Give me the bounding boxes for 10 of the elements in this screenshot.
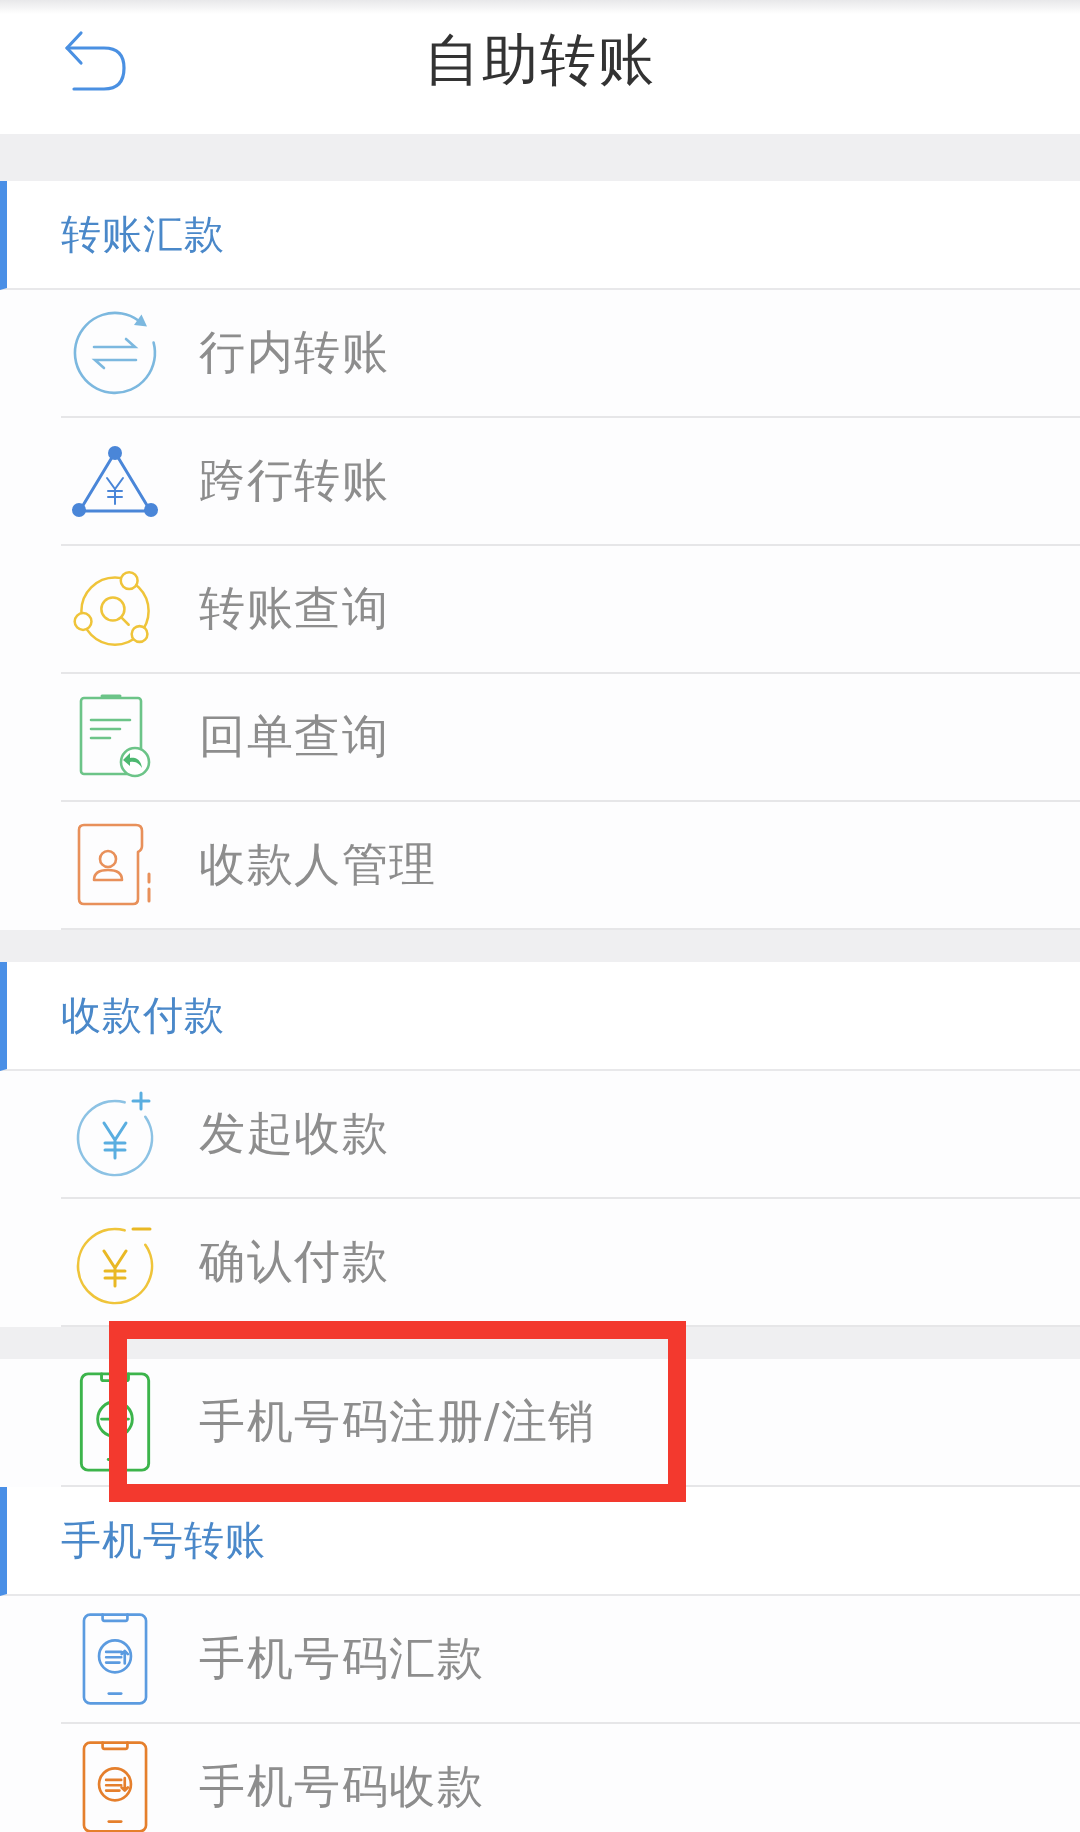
section-heading: 手机号转账	[0, 1487, 1080, 1596]
contact-card-icon	[76, 822, 154, 908]
phone-down-arrow-icon	[81, 1740, 149, 1832]
circular-arrows-icon	[72, 310, 158, 396]
clipboard-return-icon	[78, 694, 152, 780]
page-title: 自助转账	[424, 26, 656, 94]
yen-plus-icon	[75, 1090, 155, 1178]
section-heading: 转账汇款	[0, 181, 1080, 290]
triangle-yen-icon	[71, 444, 159, 518]
section-heading: 收款付款	[0, 962, 1080, 1071]
